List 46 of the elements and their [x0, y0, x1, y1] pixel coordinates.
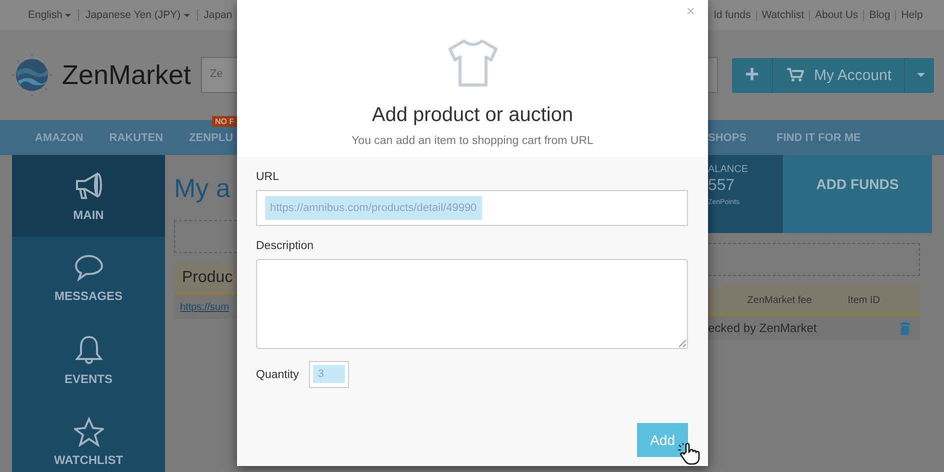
top-link[interactable]: ld funds	[714, 10, 757, 20]
field-label: Description	[256, 240, 315, 252]
dialog-subtitle: You can add an item to shopping cart from URL	[352, 135, 594, 147]
language-link[interactable]: English	[28, 9, 80, 21]
plus-button[interactable]: +	[732, 58, 773, 92]
search-button[interactable]	[708, 57, 718, 93]
top-link[interactable]: Blog	[864, 10, 896, 20]
description-field[interactable]	[256, 259, 688, 349]
sidebar-item[interactable]: MAIN	[12, 155, 165, 237]
bell-icon	[74, 334, 104, 366]
close-button[interactable]: ×	[686, 3, 695, 20]
add-funds-button[interactable]: ADD FUNDS	[783, 155, 932, 233]
nav-link[interactable]: SHOPS	[708, 132, 747, 144]
column-header: Produc	[181, 269, 233, 287]
t-shirt-icon	[446, 38, 500, 88]
url-field[interactable]: https://amnibus.com/products/detail/49990	[256, 190, 688, 226]
column-header: Item ID	[848, 294, 880, 306]
nav-link[interactable]: ZENPLU	[189, 132, 234, 144]
top-link[interactable]: About Us	[810, 10, 864, 20]
logo-text: ZenMarket	[62, 60, 192, 90]
field-label: URL	[256, 171, 280, 183]
nav-link[interactable]: RAKUTEN	[109, 132, 164, 144]
nav-link[interactable]: AMAZON	[35, 132, 84, 144]
top-link[interactable]: Watchlist	[756, 10, 810, 20]
nav-link[interactable]: FIND IT FOR ME	[776, 132, 861, 144]
resize-grip-icon[interactable]	[678, 339, 686, 347]
column-header: ZenMarket fee	[747, 294, 812, 306]
account-button[interactable]: My Account	[773, 58, 905, 92]
dialog-title: Add product or auction	[372, 104, 574, 127]
add-button[interactable]: Add	[637, 423, 688, 457]
speech-bubble-icon	[72, 253, 104, 283]
language-link[interactable]: Japanese Yen (JPY)	[85, 9, 198, 21]
cart-icon	[786, 67, 804, 83]
globe-logo-icon	[10, 53, 54, 97]
nav-badge: NO F	[212, 116, 239, 127]
field-label: Quantity	[256, 368, 299, 380]
table-cell: ecked by ZenMarket	[708, 321, 817, 335]
sidebar-item[interactable]: WATCHLIST	[12, 401, 165, 472]
sidebar-item[interactable]: MESSAGES	[12, 237, 165, 319]
trash-icon[interactable]	[900, 322, 910, 334]
top-link[interactable]: Help	[896, 10, 923, 20]
page-title: My a	[174, 173, 230, 204]
star-icon	[74, 417, 104, 447]
sidebar-item[interactable]: EVENTS	[12, 319, 165, 401]
language-link[interactable]: Japan	[204, 9, 237, 21]
quantity-field[interactable]: 3	[308, 361, 349, 388]
